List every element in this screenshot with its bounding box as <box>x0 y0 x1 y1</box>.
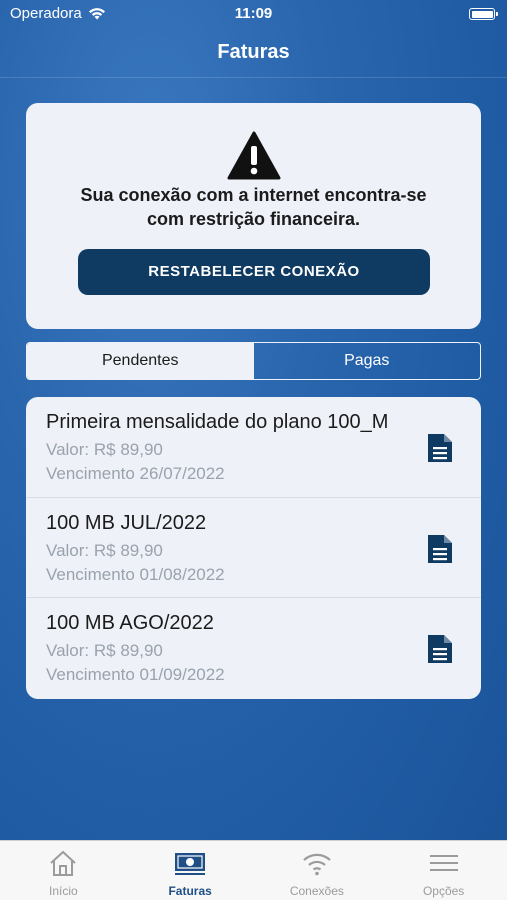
tab-conexoes[interactable]: Conexões <box>254 841 381 900</box>
alert-message-line2: com restrição financeira. <box>146 209 361 229</box>
invoice-value: Valor: R$ 89,90 <box>46 641 163 661</box>
alert-message-line1: Sua conexão com a internet encontra-se <box>80 185 427 205</box>
invoice-row[interactable]: Primeira mensalidade do plano 100_M Valo… <box>26 397 481 498</box>
invoice-due-date: Vencimento 01/09/2022 <box>46 665 225 685</box>
status-time: 11:09 <box>234 5 273 22</box>
invoice-title: 100 MB JUL/2022 <box>46 511 207 534</box>
invoice-status-segmented-control: Pendentes Pagas <box>26 342 481 380</box>
status-bar: Operadora 11:09 <box>0 0 507 28</box>
invoice-list: Primeira mensalidade do plano 100_M Valo… <box>26 397 481 699</box>
invoice-title: 100 MB AGO/2022 <box>46 612 214 635</box>
connection-alert-card: Sua conexão com a internet encontra-se c… <box>26 103 481 329</box>
tab-pending[interactable]: Pendentes <box>27 343 254 379</box>
invoice-row[interactable]: 100 MB JUL/2022 Valor: R$ 89,90 Vencimen… <box>26 498 481 599</box>
tab-label: Início <box>49 884 78 898</box>
document-icon[interactable] <box>426 432 454 464</box>
bottom-tab-bar: Início Faturas Conexões Opções <box>0 840 507 900</box>
invoice-value: Valor: R$ 89,90 <box>46 540 163 560</box>
invoice-title: Primeira mensalidade do plano 100_M <box>46 411 389 433</box>
home-icon <box>50 850 77 876</box>
document-icon[interactable] <box>426 633 454 665</box>
wifi-icon <box>303 853 331 876</box>
battery-icon <box>469 8 498 20</box>
invoice-due-date: Vencimento 01/08/2022 <box>46 564 225 584</box>
tab-opcoes[interactable]: Opções <box>380 841 507 900</box>
page-title: Faturas <box>217 41 290 63</box>
invoice-icon <box>175 853 206 875</box>
navigation-bar: Faturas <box>0 28 507 78</box>
tab-faturas[interactable]: Faturas <box>127 841 254 900</box>
warning-icon <box>227 131 281 180</box>
tab-inicio[interactable]: Início <box>0 841 127 900</box>
alert-message: Sua conexão com a internet encontra-se c… <box>26 183 481 231</box>
tab-label: Faturas <box>168 884 212 898</box>
tab-label: Conexões <box>289 884 344 898</box>
tab-label: Opções <box>422 884 465 898</box>
invoice-value: Valor: R$ 89,90 <box>46 440 163 459</box>
invoice-row[interactable]: 100 MB AGO/2022 Valor: R$ 89,90 Vencimen… <box>26 598 481 699</box>
restore-connection-button[interactable]: RESTABELECER CONEXÃO <box>78 249 430 295</box>
menu-icon <box>429 855 458 871</box>
document-icon[interactable] <box>426 533 454 565</box>
invoice-due-date: Vencimento 26/07/2022 <box>46 464 225 483</box>
tab-paid[interactable]: Pagas <box>254 343 481 379</box>
